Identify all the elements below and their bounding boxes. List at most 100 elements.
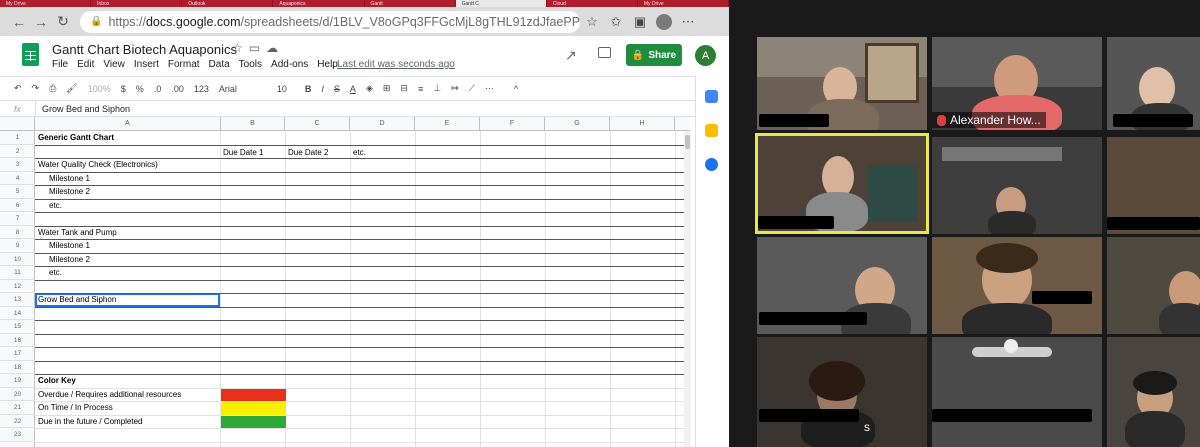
row-header[interactable]: 19	[0, 374, 35, 388]
undo-icon[interactable]: ↶	[14, 83, 22, 94]
row-header[interactable]: 4	[0, 172, 35, 185]
column-header[interactable]: E	[415, 117, 480, 131]
row-header[interactable]: 23	[0, 428, 35, 442]
collapse-toolbar-icon[interactable]: ^	[514, 84, 518, 94]
row-header[interactable]: 8	[0, 226, 35, 239]
cell-a1[interactable]: Generic Gantt Chart	[38, 131, 114, 145]
video-tile[interactable]	[932, 237, 1102, 334]
borders-icon[interactable]: ⊞	[383, 83, 391, 94]
color-key-future[interactable]	[221, 415, 286, 429]
video-tile[interactable]	[1107, 137, 1200, 234]
row-header[interactable]: 13	[0, 293, 35, 307]
cell-a6[interactable]: etc.	[49, 199, 62, 213]
menu-data[interactable]: Data	[209, 59, 230, 70]
video-tile[interactable]	[1107, 37, 1200, 130]
video-tile[interactable]	[757, 237, 927, 334]
merge-cells-icon[interactable]: ⊟	[400, 83, 408, 94]
video-tile[interactable]	[757, 337, 927, 447]
video-tile[interactable]: Alexander How...	[932, 37, 1102, 130]
color-key-on-time[interactable]	[221, 401, 286, 415]
column-header[interactable]: F	[480, 117, 545, 131]
video-tile[interactable]	[1107, 237, 1200, 334]
share-button[interactable]: 🔒 Share	[626, 44, 682, 66]
row-header[interactable]: 21	[0, 401, 35, 415]
row-header[interactable]: 11	[0, 266, 35, 280]
row-header[interactable]: 5	[0, 185, 35, 199]
row-header[interactable]: 9	[0, 239, 35, 253]
cell-a8[interactable]: Water Tank and Pump	[38, 226, 117, 240]
video-tile[interactable]	[1107, 337, 1200, 447]
row-header[interactable]: 12	[0, 280, 35, 293]
more-icon[interactable]: ⋯	[485, 83, 494, 94]
print-icon[interactable]: ⎙	[49, 83, 56, 94]
bold-button[interactable]: B	[305, 84, 312, 94]
redo-icon[interactable]: ↷	[32, 83, 40, 94]
profile-icon[interactable]	[656, 13, 672, 30]
browser-tab[interactable]: My Drive	[638, 0, 729, 7]
more-formats-button[interactable]: 123	[194, 84, 209, 94]
row-header[interactable]: 16	[0, 334, 35, 347]
row-header[interactable]: 22	[0, 415, 35, 428]
keep-icon[interactable]	[705, 124, 718, 137]
video-tile[interactable]	[932, 137, 1102, 234]
browser-tab[interactable]: Aquaponics	[273, 0, 365, 7]
address-bar[interactable]: 🔒 https://docs.google.com/spreadsheets/d…	[80, 10, 580, 33]
row-header[interactable]: 7	[0, 212, 35, 226]
formula-input[interactable]: Grow Bed and Siphon	[36, 104, 130, 114]
column-header[interactable]: H	[610, 117, 675, 131]
cell-a13[interactable]: Grow Bed and Siphon	[38, 293, 116, 307]
font-select[interactable]: Arial	[219, 84, 237, 94]
menu-file[interactable]: File	[52, 59, 68, 70]
fill-color-icon[interactable]: ◈	[366, 83, 373, 94]
increase-decimal-button[interactable]: .00	[171, 84, 184, 94]
row-header[interactable]: 15	[0, 320, 35, 334]
more-icon[interactable]: ⋯	[676, 11, 700, 33]
menu-insert[interactable]: Insert	[134, 59, 159, 70]
spreadsheet-grid[interactable]: A B C D E F G H 1 2 3 4 5 6 7 8 9 10 11 12 13 14 15 16 1…	[0, 117, 690, 447]
cell-a22[interactable]: Due in the future / Completed	[38, 415, 143, 429]
column-header[interactable]: C	[285, 117, 350, 131]
cell-a4[interactable]: Milestone 1	[49, 172, 90, 186]
menu-format[interactable]: Format	[168, 59, 200, 70]
last-edit-link[interactable]: Last edit was seconds ago	[337, 59, 455, 70]
cell-a20[interactable]: Overdue / Requires additional resources	[38, 388, 181, 402]
vertical-scrollbar[interactable]	[684, 131, 691, 447]
user-avatar[interactable]: A	[695, 45, 716, 66]
menu-edit[interactable]: Edit	[77, 59, 94, 70]
column-header[interactable]: G	[545, 117, 610, 131]
row-header[interactable]: 14	[0, 307, 35, 320]
zoom-select[interactable]: 100%	[88, 84, 111, 94]
cell-a5[interactable]: Milestone 2	[49, 185, 90, 199]
reload-icon[interactable]: ↻	[52, 11, 74, 33]
text-color-button[interactable]: A	[350, 84, 356, 94]
italic-button[interactable]: I	[321, 84, 324, 94]
font-size-select[interactable]: 10	[277, 84, 287, 94]
row-header[interactable]: 3	[0, 158, 35, 172]
row-header[interactable]: 10	[0, 253, 35, 266]
browser-tab[interactable]: Cloud	[547, 0, 638, 7]
collections-icon[interactable]: ▣	[628, 11, 652, 33]
browser-tab[interactable]: Outlook	[182, 0, 274, 7]
currency-button[interactable]: $	[121, 84, 126, 94]
scrollbar-thumb[interactable]	[685, 135, 690, 149]
row-header[interactable]: 2	[0, 145, 35, 158]
tasks-icon[interactable]	[705, 158, 718, 171]
favorites-icon[interactable]: ✩	[604, 11, 628, 33]
color-key-overdue[interactable]	[221, 388, 286, 402]
percent-button[interactable]: %	[136, 84, 144, 94]
cell-a9[interactable]: Milestone 1	[49, 239, 90, 253]
decrease-decimal-button[interactable]: .0	[154, 84, 162, 94]
browser-tab-active[interactable]: Gantt C	[455, 0, 547, 7]
column-header[interactable]: B	[221, 117, 285, 131]
comment-icon[interactable]	[598, 47, 611, 58]
folder-icon[interactable]: ▭	[249, 41, 260, 55]
row-header[interactable]: 20	[0, 388, 35, 401]
menu-help[interactable]: Help	[317, 59, 338, 70]
text-rotation-icon[interactable]: ⟋	[469, 83, 475, 94]
text-wrap-icon[interactable]: ↦	[451, 83, 459, 94]
align-left-icon[interactable]: ≡	[418, 84, 423, 94]
activity-dashboard-icon[interactable]: ↗	[565, 47, 577, 64]
sheets-logo-icon[interactable]	[22, 43, 39, 66]
cell-a11[interactable]: etc.	[49, 266, 62, 280]
video-tile[interactable]	[932, 337, 1102, 447]
